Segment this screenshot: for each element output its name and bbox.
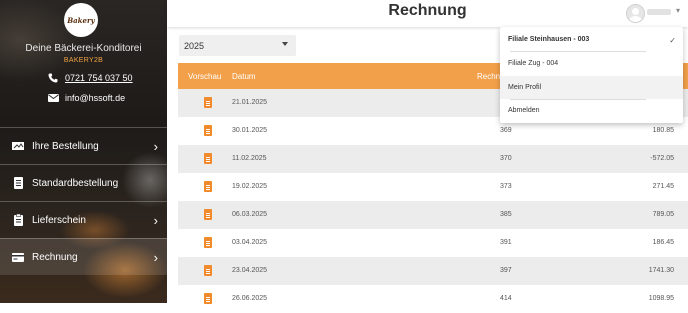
- invoice-number: 373: [500, 183, 512, 190]
- divider: [510, 51, 646, 52]
- sidebar-item-ihre-bestellung[interactable]: Ihre Bestellung ›: [0, 127, 167, 164]
- table-row[interactable]: 23.04.2025 397 1741.30: [178, 257, 688, 285]
- table-row[interactable]: 19.02.2025 373 271.45: [178, 173, 688, 201]
- sidebar-item-label: Ihre Bestellung: [32, 140, 99, 152]
- sidebar: Bakery Deine Bäckerei-Konditorei BAKERY2…: [0, 0, 167, 303]
- cart-icon: [11, 141, 25, 151]
- invoice-amount: 180.85: [652, 127, 674, 134]
- sidebar-item-lieferschein[interactable]: Lieferschein ›: [0, 201, 167, 238]
- company-code: BAKERY2B: [63, 57, 104, 64]
- table-row[interactable]: 11.02.2025 370 -572.05: [178, 145, 688, 173]
- caret-down-icon: [282, 42, 288, 46]
- invoice-amount: 271.45: [652, 183, 674, 190]
- invoice-amount: 186.45: [652, 239, 674, 246]
- year-select[interactable]: 2025: [179, 35, 296, 56]
- document-icon: [11, 177, 25, 189]
- invoice-date: 06.03.2025: [232, 211, 268, 218]
- chevron-right-icon: ›: [153, 249, 158, 265]
- invoice-number: 397: [500, 267, 512, 274]
- sidebar-item-label: Rechnung: [32, 251, 78, 263]
- invoice-number: 414: [500, 295, 512, 302]
- credit-card-icon: [11, 252, 25, 262]
- pdf-icon[interactable]: [204, 153, 212, 164]
- invoice-amount: 1741.30: [648, 267, 674, 274]
- sidebar-item-label: Standardbestellung: [32, 177, 119, 189]
- user-name-blurred[interactable]: [647, 9, 671, 15]
- pdf-icon[interactable]: [204, 293, 212, 304]
- logo-text: Bakery: [67, 15, 95, 25]
- invoice-date: 19.02.2025: [232, 183, 268, 190]
- invoice-date: 03.04.2025: [232, 239, 268, 246]
- phone-contact[interactable]: 0721 754 037 50: [47, 73, 133, 83]
- clipboard-icon: [11, 214, 25, 226]
- invoice-date: 11.02.2025: [232, 155, 267, 162]
- page-title: Rechnung: [388, 2, 467, 19]
- phone-icon: [47, 73, 59, 83]
- sidebar-item-label: Lieferschein: [32, 214, 86, 226]
- chevron-down-icon[interactable]: ▾: [676, 6, 680, 15]
- invoice-number: 391: [500, 239, 512, 246]
- column-header-vorschau[interactable]: Vorschau: [188, 72, 221, 81]
- pdf-icon[interactable]: [204, 97, 212, 108]
- top-bar: Rechnung ▾: [167, 0, 688, 27]
- table-row[interactable]: 03.04.2025 391 186.45: [178, 229, 688, 257]
- divider: [510, 99, 646, 100]
- user-avatar[interactable]: [626, 4, 645, 23]
- sidebar-item-rechnung[interactable]: Rechnung ›: [0, 238, 167, 275]
- menu-item-filiale-zug[interactable]: Filiale Zug - 004: [508, 60, 558, 67]
- invoice-date: 23.04.2025: [232, 267, 268, 274]
- invoice-date: 30.01.2025: [232, 127, 268, 134]
- table-row[interactable]: 26.06.2025 414 1098.95: [178, 285, 688, 313]
- menu-item-abmelden[interactable]: Abmelden: [508, 107, 540, 114]
- bakery-logo[interactable]: Bakery: [64, 3, 98, 37]
- invoice-number: 370: [500, 155, 512, 162]
- year-select-value: 2025: [184, 40, 205, 51]
- pdf-icon[interactable]: [204, 125, 212, 136]
- pdf-icon[interactable]: [204, 265, 212, 276]
- invoice-number: 369: [500, 127, 512, 134]
- column-header-rechnung[interactable]: Rechn: [477, 72, 500, 81]
- chevron-right-icon: ›: [153, 212, 158, 228]
- table-row[interactable]: 06.03.2025 385 789.05: [178, 201, 688, 229]
- invoice-amount: 1098.95: [648, 295, 674, 302]
- pdf-icon[interactable]: [204, 209, 212, 220]
- company-name: Deine Bäckerei-Konditorei: [25, 43, 142, 54]
- pdf-icon[interactable]: [204, 181, 212, 192]
- invoice-amount: -572.05: [650, 155, 674, 162]
- invoice-date: 26.06.2025: [232, 295, 268, 302]
- check-icon: ✓: [669, 36, 676, 45]
- invoice-number: 385: [500, 211, 512, 218]
- menu-item-filiale-steinhausen[interactable]: Filiale Steinhausen - 003: [508, 36, 589, 43]
- invoice-amount: 789.05: [652, 211, 674, 218]
- sidebar-item-standardbestellung[interactable]: Standardbestellung: [0, 164, 167, 201]
- user-dropdown-menu: Filiale Steinhausen - 003 ✓ Filiale Zug …: [500, 27, 683, 123]
- menu-item-mein-profil[interactable]: Mein Profil: [508, 84, 541, 91]
- column-header-datum[interactable]: Datum: [232, 72, 256, 81]
- phone-number[interactable]: 0721 754 037 50: [65, 73, 133, 83]
- pdf-icon[interactable]: [204, 237, 212, 248]
- mail-icon: [47, 94, 59, 102]
- email-contact[interactable]: info@hssoft.de: [47, 93, 125, 103]
- chevron-right-icon: ›: [153, 138, 158, 154]
- email-address[interactable]: info@hssoft.de: [65, 93, 125, 103]
- invoice-date: 21.01.2025: [232, 99, 268, 106]
